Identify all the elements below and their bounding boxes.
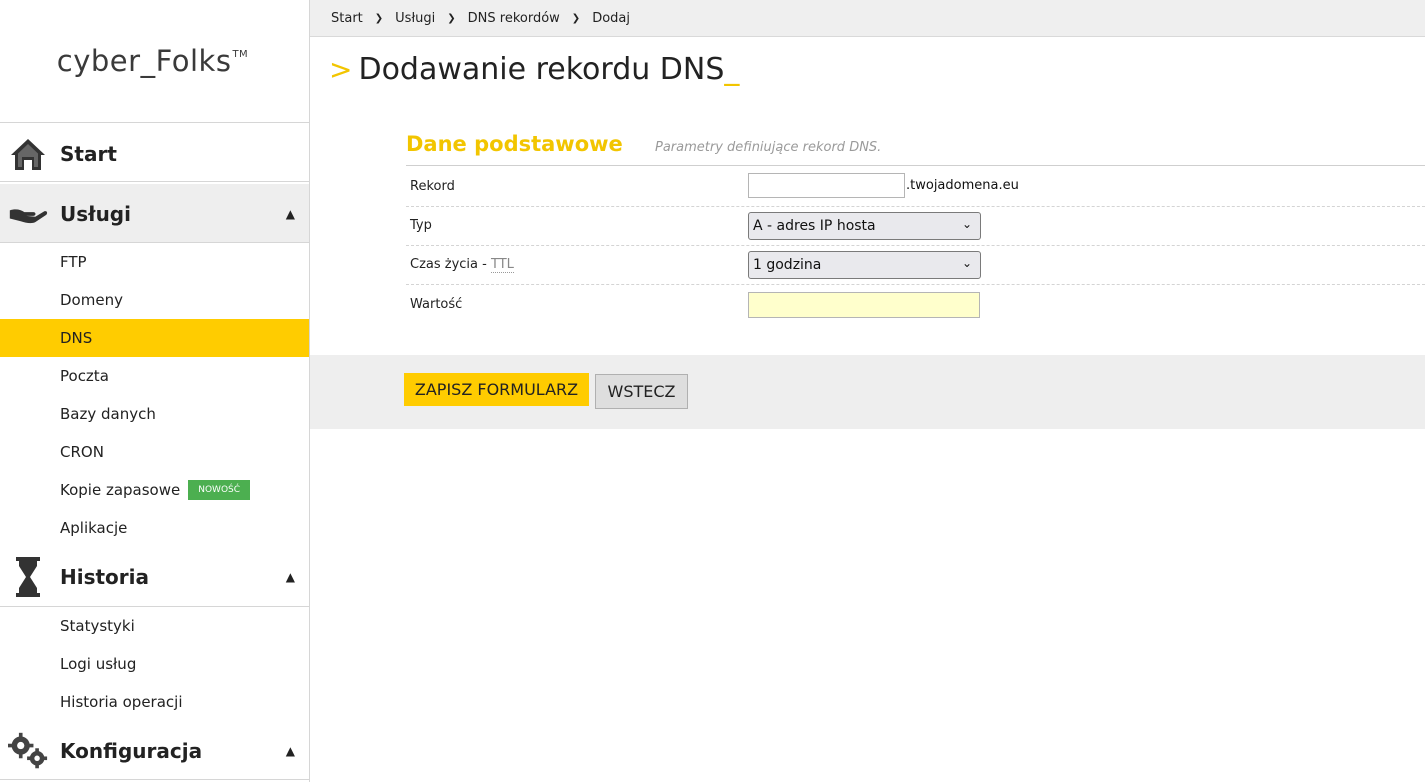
- wartosc-control: [748, 292, 980, 318]
- hourglass-icon: [8, 557, 48, 597]
- logo[interactable]: cyber_FolksTM: [0, 0, 309, 123]
- sidebar-item-kopie-zapasowe[interactable]: Kopie zapasowe NOWOŚĆ: [0, 471, 309, 509]
- form-row-typ: Typ A - adres IP hosta ⌄: [406, 206, 1425, 246]
- sidebar-section-label: Start: [60, 141, 117, 166]
- sidebar-section-konfiguracja[interactable]: Konfiguracja ▲: [0, 722, 309, 780]
- gears-icon: [8, 731, 48, 771]
- title-prefix: >: [329, 53, 353, 86]
- wartosc-label: Wartość: [410, 297, 463, 312]
- sidebar-item-historia-operacji[interactable]: Historia operacji: [0, 683, 309, 721]
- sidebar-item-aplikacje[interactable]: Aplikacje: [0, 509, 309, 547]
- ttl-label: Czas życia - TTL: [410, 257, 514, 273]
- sidebar-item-poczta[interactable]: Poczta: [0, 357, 309, 395]
- title-text: Dodawanie rekordu DNS: [358, 52, 725, 87]
- typ-select[interactable]: A - adres IP hosta ⌄: [748, 212, 981, 240]
- form-row-rekord: Rekord .twojadomena.eu: [406, 167, 1425, 207]
- rekord-label: Rekord: [410, 179, 455, 194]
- sidebar-item-label: FTP: [60, 253, 87, 271]
- sidebar-section-historia[interactable]: Historia ▲: [0, 547, 309, 607]
- home-icon: [8, 134, 48, 174]
- chevron-right-icon: ❯: [571, 12, 581, 24]
- sidebar-item-domeny[interactable]: Domeny: [0, 281, 309, 319]
- ttl-select-value: 1 godzina: [753, 257, 822, 273]
- breadcrumb-item-dns-rekordow[interactable]: DNS rekordów: [468, 11, 560, 26]
- sidebar-item-label: CRON: [60, 443, 104, 461]
- sidebar-item-label: Bazy danych: [60, 405, 156, 423]
- save-button[interactable]: ZAPISZ FORMULARZ: [404, 373, 589, 406]
- new-badge: NOWOŚĆ: [188, 480, 251, 500]
- chevron-up-icon[interactable]: ▲: [286, 570, 295, 584]
- ttl-control: 1 godzina ⌄: [748, 251, 981, 279]
- page-title: > Dodawanie rekordu DNS_: [329, 52, 739, 87]
- sidebar-item-label: Logi usług: [60, 655, 137, 673]
- sidebar-item-label: DNS: [60, 329, 93, 347]
- sidebar-item-statystyki[interactable]: Statystyki: [0, 607, 309, 645]
- sidebar-item-label: Domeny: [60, 291, 123, 309]
- ttl-abbr: TTL: [490, 257, 514, 273]
- chevron-down-icon: ⌄: [961, 217, 972, 231]
- sidebar-item-dns[interactable]: DNS: [0, 319, 309, 357]
- logo-text: cyber_FolksTM: [56, 44, 249, 78]
- chevron-up-icon[interactable]: ▲: [286, 207, 295, 221]
- sidebar-section-uslugi[interactable]: Usługi ▲: [0, 184, 309, 243]
- sidebar-section-label: Historia: [60, 565, 150, 589]
- form-row-wartosc: Wartość: [406, 285, 1425, 325]
- domain-suffix: .twojadomena.eu: [906, 178, 1019, 193]
- sidebar-item-start[interactable]: Start: [0, 125, 309, 182]
- breadcrumb: Start ❯ Usługi ❯ DNS rekordów ❯ Dodaj: [310, 0, 1425, 37]
- rekord-input[interactable]: [748, 173, 905, 198]
- sidebar-item-label: Statystyki: [60, 617, 135, 635]
- sidebar-item-cron[interactable]: CRON: [0, 433, 309, 471]
- typ-label: Typ: [410, 218, 432, 233]
- typ-select-value: A - adres IP hosta: [753, 218, 876, 234]
- rekord-control: .twojadomena.eu: [748, 173, 1019, 198]
- chevron-down-icon: ⌄: [961, 256, 972, 270]
- sidebar-section-label: Konfiguracja: [60, 739, 203, 763]
- form-row-ttl: Czas życia - TTL 1 godzina ⌄: [406, 245, 1425, 285]
- sidebar-item-label: Kopie zapasowe: [60, 481, 181, 499]
- sidebar-item-logi-uslug[interactable]: Logi usług: [0, 645, 309, 683]
- chevron-right-icon: ❯: [374, 12, 384, 24]
- typ-control: A - adres IP hosta ⌄: [748, 212, 981, 240]
- chevron-up-icon[interactable]: ▲: [286, 744, 295, 758]
- title-suffix: _: [724, 52, 740, 87]
- sidebar-item-label: Aplikacje: [60, 519, 128, 537]
- sidebar-item-bazy-danych[interactable]: Bazy danych: [0, 395, 309, 433]
- wartosc-input[interactable]: [748, 292, 980, 318]
- breadcrumb-item-uslugi[interactable]: Usługi: [395, 11, 435, 26]
- sidebar-section-label: Usługi: [60, 201, 131, 226]
- back-button[interactable]: WSTECZ: [595, 374, 688, 409]
- fieldset-description: Parametry definiujące rekord DNS.: [655, 140, 882, 155]
- sidebar-item-ftp[interactable]: FTP: [0, 243, 309, 281]
- breadcrumb-item-start[interactable]: Start: [331, 11, 363, 26]
- divider: [0, 779, 309, 780]
- sidebar-item-label: Historia operacji: [60, 693, 183, 711]
- ttl-select[interactable]: 1 godzina ⌄: [748, 251, 981, 279]
- main-content: Start ❯ Usługi ❯ DNS rekordów ❯ Dodaj > D…: [310, 0, 1425, 782]
- hand-icon: [8, 194, 48, 234]
- sidebar: cyber_FolksTM Start Usługi ▲ FTP Domeny …: [0, 0, 310, 782]
- divider: [0, 181, 309, 182]
- fieldset-title: Dane podstawowe: [406, 132, 623, 156]
- fieldset-header: Dane podstawowe Parametry definiujące re…: [406, 130, 1425, 166]
- sidebar-item-label: Poczta: [60, 367, 109, 385]
- form-actions: ZAPISZ FORMULARZ WSTECZ: [310, 355, 1425, 429]
- chevron-right-icon: ❯: [447, 12, 456, 24]
- breadcrumb-item-dodaj: Dodaj: [592, 10, 630, 26]
